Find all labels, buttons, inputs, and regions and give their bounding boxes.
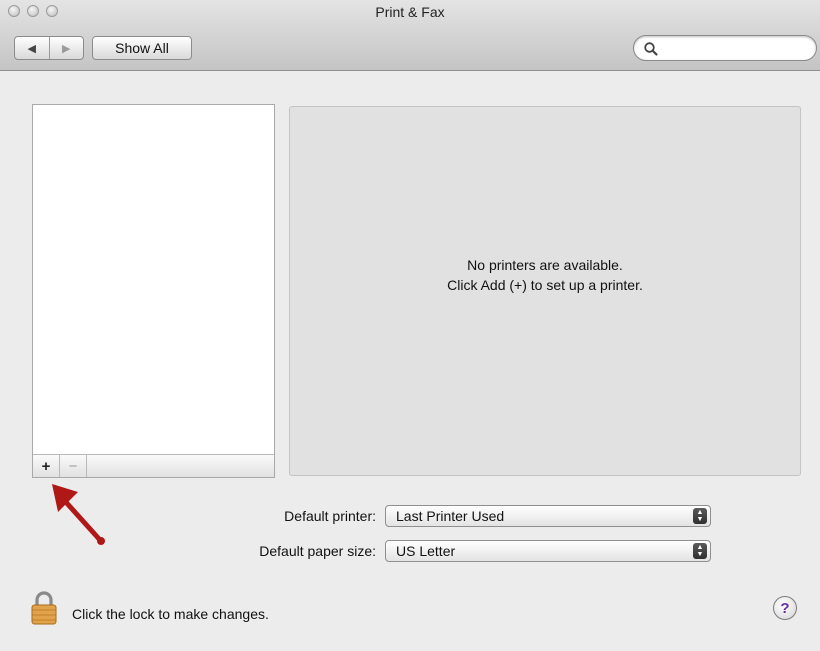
annotation-arrow-icon [52,484,105,545]
back-forward-control: ◀ ▶ [14,36,84,60]
search-field[interactable] [633,35,817,61]
lock-hint-text: Click the lock to make changes. [72,606,269,622]
magnifier-icon [644,42,658,56]
popup-arrows-icon: ▲ ▼ [693,508,707,524]
list-toolbar-spacer [87,455,274,477]
printer-list[interactable]: + − [32,104,275,478]
show-all-button[interactable]: Show All [92,36,192,60]
forward-arrow-icon: ▶ [62,42,71,55]
add-printer-button[interactable]: + [33,455,60,477]
forward-button[interactable]: ▶ [48,37,84,59]
printer-details-panel: No printers are available. Click Add (+)… [289,106,801,476]
back-button[interactable]: ◀ [15,37,49,59]
lock-icon[interactable] [30,590,58,626]
default-printer-popup[interactable]: Last Printer Used ▲ ▼ [385,505,711,527]
title-toolbar: Print & Fax ◀ ▶ Show All [0,0,820,71]
default-printer-value: Last Printer Used [396,508,505,524]
printer-list-toolbar: + − [33,454,274,477]
add-printer-hint: Click Add (+) to set up a printer. [447,277,643,293]
default-printer-label: Default printer: [284,508,376,524]
default-paper-size-label: Default paper size: [259,543,376,559]
back-arrow-icon: ◀ [27,42,36,55]
remove-printer-button[interactable]: − [60,455,87,477]
popup-arrows-icon: ▲ ▼ [693,543,707,559]
default-paper-size-popup[interactable]: US Letter ▲ ▼ [385,540,711,562]
help-button[interactable]: ? [773,596,797,620]
no-printers-message: No printers are available. Click Add (+)… [290,255,800,295]
default-paper-size-value: US Letter [396,543,456,559]
no-printers-line: No printers are available. [467,257,623,273]
help-icon: ? [780,599,790,617]
print-fax-window: Print & Fax ◀ ▶ Show All + − No printers… [0,0,820,651]
window-title: Print & Fax [375,4,445,20]
search-input[interactable] [662,39,812,59]
